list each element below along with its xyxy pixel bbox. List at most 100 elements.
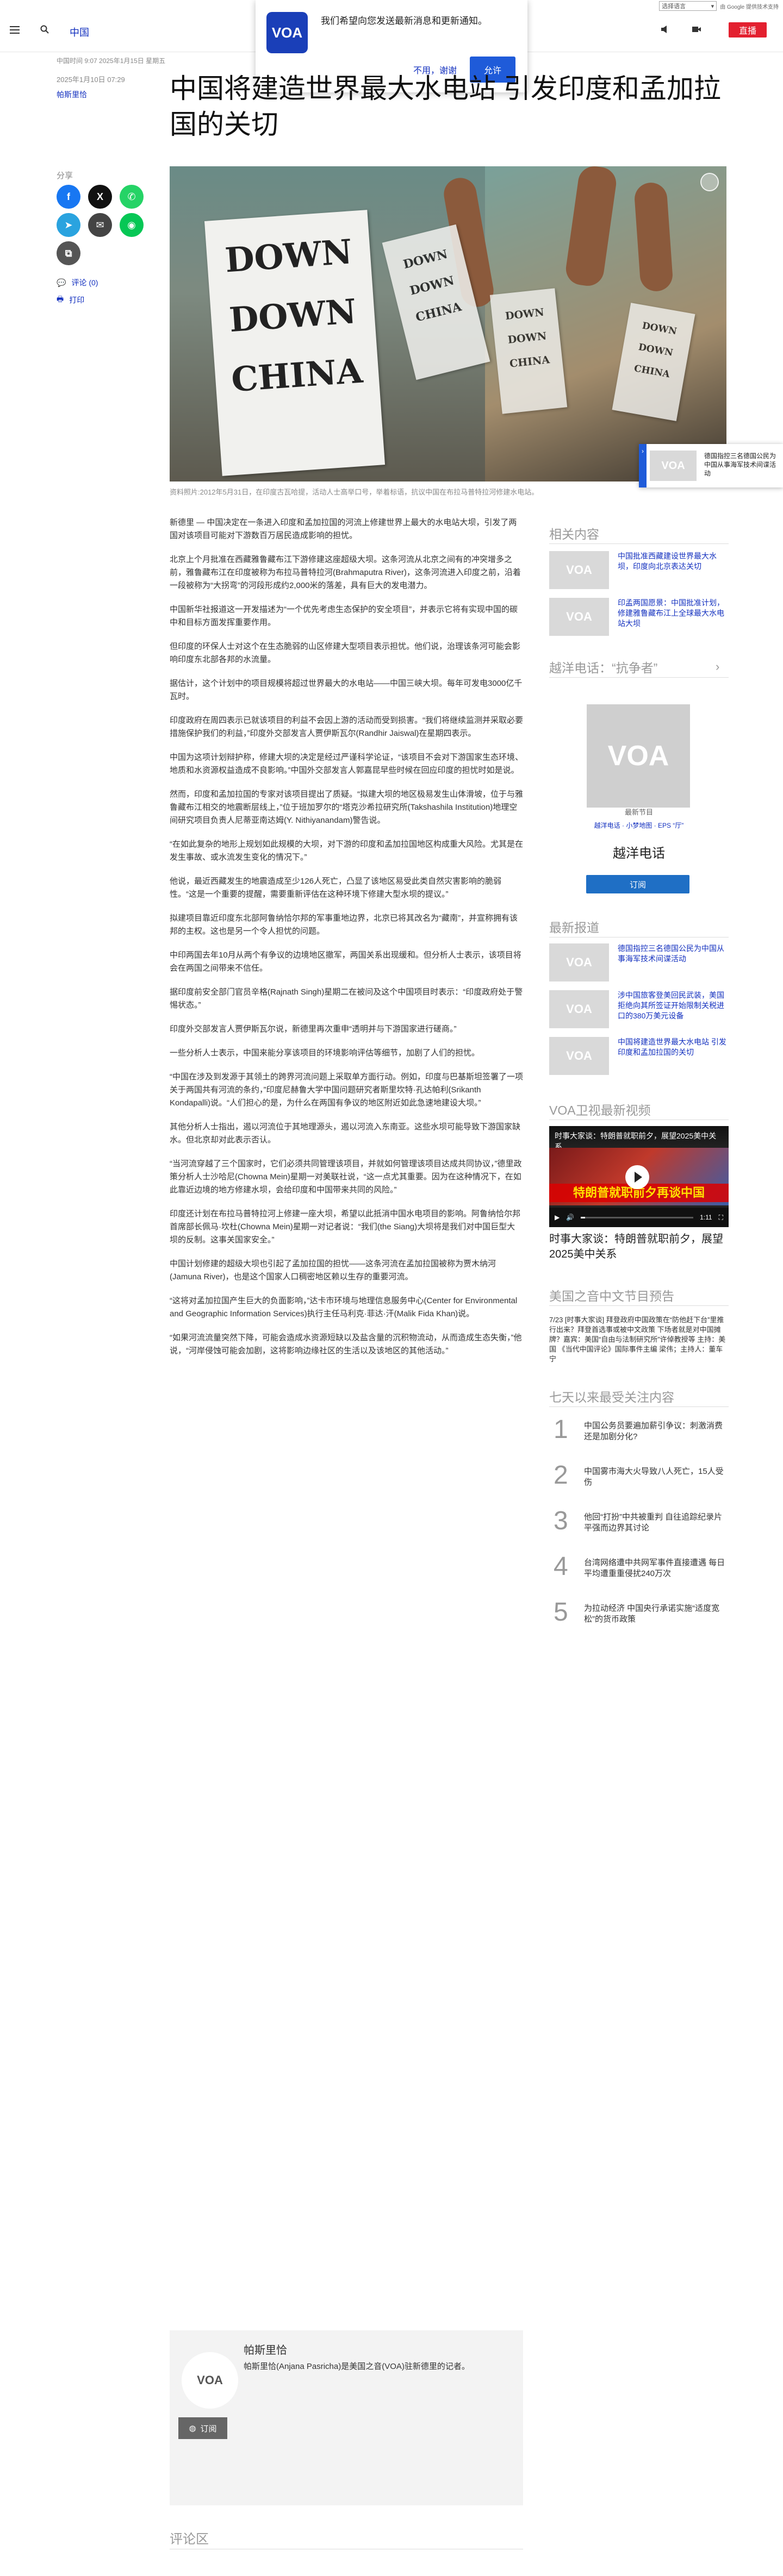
share-label: 分享: [57, 171, 73, 180]
comments-link[interactable]: 💬 评论 (0): [57, 277, 98, 288]
search-icon[interactable]: [40, 25, 49, 34]
floating-video-title: 德国指控三名德国公民为中国从事海军技术间谍活动: [704, 452, 776, 477]
article-paragraph: 他说，最近西藏发生的地震造成至少126人死亡，凸显了该地区易受此类自然灾害影响的…: [170, 877, 502, 899]
latest-item-title: 涉中国旅客登美回民武装，美国拒绝向其所签证开始限制关税进口的380万美元设备: [618, 991, 724, 1020]
article-paragraph: “中国在涉及到发源于其领土的跨界河流问题上采取单方面行动。例如，印度与巴基斯坦签…: [170, 1072, 523, 1108]
article-paragraph: “当河流穿越了三个国家时，它们必须共同管理该项目，并就如何管理该项目达成共同协议…: [170, 1159, 522, 1195]
author-bio: 帕斯里恰(Anjana Pasricha)是美国之音(VOA)驻新德里的记者。: [244, 2362, 470, 2371]
popular-item-title: 台湾网络遭中共网军事件直接遭遇 每日平均遭重重侵扰240万次: [584, 1558, 725, 1578]
related-item[interactable]: VOA 中国批准西藏建设世界最大水坝，印度向北京表达关切: [549, 551, 729, 589]
image-caption: 资料照片:2012年5月31日，在印度古瓦哈提，活动人士高举口号，举着标语，抗议…: [170, 488, 539, 496]
popular-title: 七天以来最受关注内容: [549, 1390, 674, 1404]
chevron-down-icon: ▾: [711, 3, 714, 10]
voa-thumbnail: VOA: [549, 943, 609, 981]
article-paragraph: 印度还计划在布拉马普特拉河上修建一座大坝，希望以此抵消中国水电项目的影响。阿鲁纳…: [170, 1209, 521, 1245]
page-title: 中国将建造世界最大水电站 引发印度和孟加拉国的关切: [170, 73, 721, 140]
latest-item-title: 德国指控三名德国公民为中国从事海军技术间谍活动: [618, 944, 724, 963]
article-paragraph: 据估计，这个计划中的项目规模将超过世界最大的水电站——中国三峡大坝。每年可发电3…: [170, 679, 523, 701]
popular-item-title: 中国雾市海大火导致八人死亡，15人受伤: [584, 1467, 724, 1487]
whatsapp-icon[interactable]: ✆: [120, 185, 144, 209]
video-section-title: VOA卫视最新视频: [549, 1103, 651, 1117]
divider: [549, 543, 729, 544]
related-item[interactable]: VOA 印孟两国愿景：中国批准计划，修建雅鲁藏布江上全球最大水电站大坝: [549, 598, 729, 636]
popular-item-title: 他回“打扮”中共被重判 自往追踪纪录片平强而边界其讨论: [584, 1512, 723, 1533]
popular-rank: 1: [554, 1415, 568, 1444]
audio-icon[interactable]: [660, 25, 670, 34]
latest-item[interactable]: VOA 涉中国旅客登美回民武装，美国拒绝向其所签证开始限制关税进口的380万美元…: [549, 990, 729, 1028]
video-controls: ▶ 🔊 1:11 ⛶: [549, 1208, 729, 1227]
translate-bar: 选择语言 ▾ 由 Google 提供技术支持: [659, 0, 783, 12]
article-paragraph: 中国计划修建的超级大坝也引起了孟加拉国的担忧——这条河流在孟加拉国被称为贾木纳河…: [170, 1259, 496, 1281]
related-title: 相关内容: [549, 527, 599, 541]
video-progress[interactable]: [581, 1216, 694, 1218]
live-button[interactable]: 直播: [729, 22, 767, 37]
x-icon[interactable]: X: [88, 185, 112, 209]
program-subscribe-button[interactable]: 订阅: [586, 875, 689, 893]
expand-icon[interactable]: [700, 173, 719, 191]
related-item-title: 中国批准西藏建设世界最大水坝，印度向北京表达关切: [618, 552, 717, 571]
article-paragraph: 中国新华社报道这一开发描述为“一个优先考虑生态保护的安全项目”，并表示它将有实现…: [170, 605, 518, 627]
article-paragraph: 一些分析人士表示，中国来能分享该项目的环境影响评估等细节，加剧了人们的担忧。: [170, 1048, 480, 1058]
voa-thumbnail: VOA: [549, 1037, 609, 1075]
latest-item[interactable]: VOA 中国将建造世界最大水电站 引发印度和孟加拉国的关切: [549, 1037, 729, 1075]
play-icon[interactable]: [625, 1165, 649, 1189]
email-icon[interactable]: ✉: [88, 213, 112, 237]
protest-placard: DOWN DOWN CHINA: [204, 210, 386, 476]
latest-item-title: 中国将建造世界最大水电站 引发印度和孟加拉国的关切: [618, 1037, 726, 1056]
telegram-icon[interactable]: ➤: [57, 213, 80, 237]
print-link[interactable]: 🖶 打印: [57, 293, 84, 307]
print-icon: 🖶: [57, 295, 64, 303]
article-paragraph: 然而，印度和孟加拉国的专家对该项目提出了质疑。“拟建大坝的地区极易发生山体滑坡，…: [170, 790, 523, 825]
chevron-right-icon[interactable]: ›: [639, 444, 647, 487]
comment-icon: 💬: [57, 278, 66, 287]
protest-placard: DOWN DOWN CHINA: [489, 288, 568, 414]
author-link[interactable]: 帕斯里恰: [57, 89, 87, 100]
copy-link-icon[interactable]: ⧉: [57, 241, 80, 265]
program-title[interactable]: 越洋电话：“抗争者”: [549, 658, 657, 676]
author-box: VOA 帕斯里恰 帕斯里恰(Anjana Pasricha)是美国之音(VOA)…: [170, 2330, 523, 2505]
play-small-icon[interactable]: ▶: [555, 1214, 560, 1221]
popular-rank: 2: [554, 1461, 568, 1490]
facebook-icon[interactable]: f: [57, 185, 80, 209]
program-links[interactable]: 越洋电话 · 小梦地图 · EPS “厅”: [549, 821, 729, 830]
program-thumbnail[interactable]: VOA: [583, 704, 695, 818]
notification-message: 我们希望向您发送最新消息和更新通知。: [321, 16, 487, 26]
popular-rank: 5: [554, 1598, 568, 1627]
fullscreen-icon[interactable]: ⛶: [719, 1214, 723, 1222]
floating-video-player[interactable]: › VOA 德国指控三名德国公民为中国从事海军技术间谍活动: [639, 444, 783, 487]
article-paragraph: 其他分析人士指出，遏以河流位于其地理源头，遏以河流入东南亚。这些水坝可能导致下游…: [170, 1122, 521, 1145]
avatar: VOA: [182, 2352, 238, 2409]
popular-item-title: 为拉动经济 中国央行承诺实施“适度宽松”的货币政策: [584, 1604, 720, 1624]
article-paragraph: “如果河流流量突然下降，可能会造成水资源短缺以及盐含量的沉积物流动，从而造成生态…: [170, 1333, 522, 1355]
language-select-label: 选择语言: [662, 3, 686, 10]
section-link[interactable]: 中国: [70, 25, 89, 39]
video-overlay-title: 时事大家谈：特朗普就职前夕，展望2025美中关系: [549, 1126, 729, 1151]
popular-rank: 4: [554, 1552, 568, 1581]
video-icon[interactable]: [692, 25, 701, 34]
video-player[interactable]: 时事大家谈：特朗普就职前夕，展望2025美中关系 特朗普就职前夕再谈中国 ▶ 🔊…: [549, 1126, 729, 1227]
article-paragraph: “在如此复杂的地形上规划如此规模的大坝，对下游的印度和孟加拉国地区构成重大风险。…: [170, 840, 523, 862]
latest-title: 最新报道: [549, 921, 599, 935]
chevron-right-icon[interactable]: ›: [716, 660, 719, 674]
language-select[interactable]: 选择语言 ▾: [659, 1, 717, 11]
video-thumbnail: VOA: [650, 451, 697, 481]
voa-logo: VOA: [266, 12, 308, 53]
menu-icon[interactable]: [10, 26, 20, 34]
popular-item-title: 中国公务员要遍加薪引争议：刺激消费还是加剧分化?: [584, 1421, 723, 1441]
author-name[interactable]: 帕斯里恰: [244, 2341, 287, 2357]
comments-link-label: 评论 (0): [71, 278, 98, 287]
volume-icon[interactable]: 🔊: [566, 1214, 574, 1221]
latest-item[interactable]: VOA 德国指控三名德国公民为中国从事海军技术间谍活动: [549, 943, 729, 981]
article-paragraph: 北京上个月批准在西藏雅鲁藏布江下游修建这座超级大坝。这条河流从北京之间有的冲突增…: [170, 555, 521, 590]
article-paragraph: 印度政府在周四表示已就该项目的利益不会因上游的活动而受到损害。“我们将继续监测并…: [170, 716, 523, 738]
line-icon[interactable]: ◉: [120, 213, 144, 237]
schedule-text: 7/23 [时事大家谈] 拜登政府中国政策在“防他赶下台”里推行出来？拜登首选事…: [549, 1316, 726, 1363]
video-title[interactable]: 时事大家谈：特朗普就职前夕，展望2025美中关系: [549, 1231, 729, 1262]
voa-thumbnail: VOA: [549, 990, 609, 1028]
author-subscribe-button[interactable]: ◍ 订阅: [178, 2417, 227, 2439]
comments-title: 评论区: [170, 2532, 209, 2547]
video-time: 1:11: [700, 1214, 712, 1221]
article-paragraph: 中印两国去年10月从两个有争议的边境地区撤军，两国关系出现缓和。但分析人士表示，…: [170, 951, 521, 973]
print-link-label: 打印: [69, 296, 85, 304]
article-paragraph: 拟建项目靠近印度东北部阿鲁纳恰尔邦的军事重地边界，北京已将其改名为“藏南”，并宣…: [170, 914, 518, 936]
